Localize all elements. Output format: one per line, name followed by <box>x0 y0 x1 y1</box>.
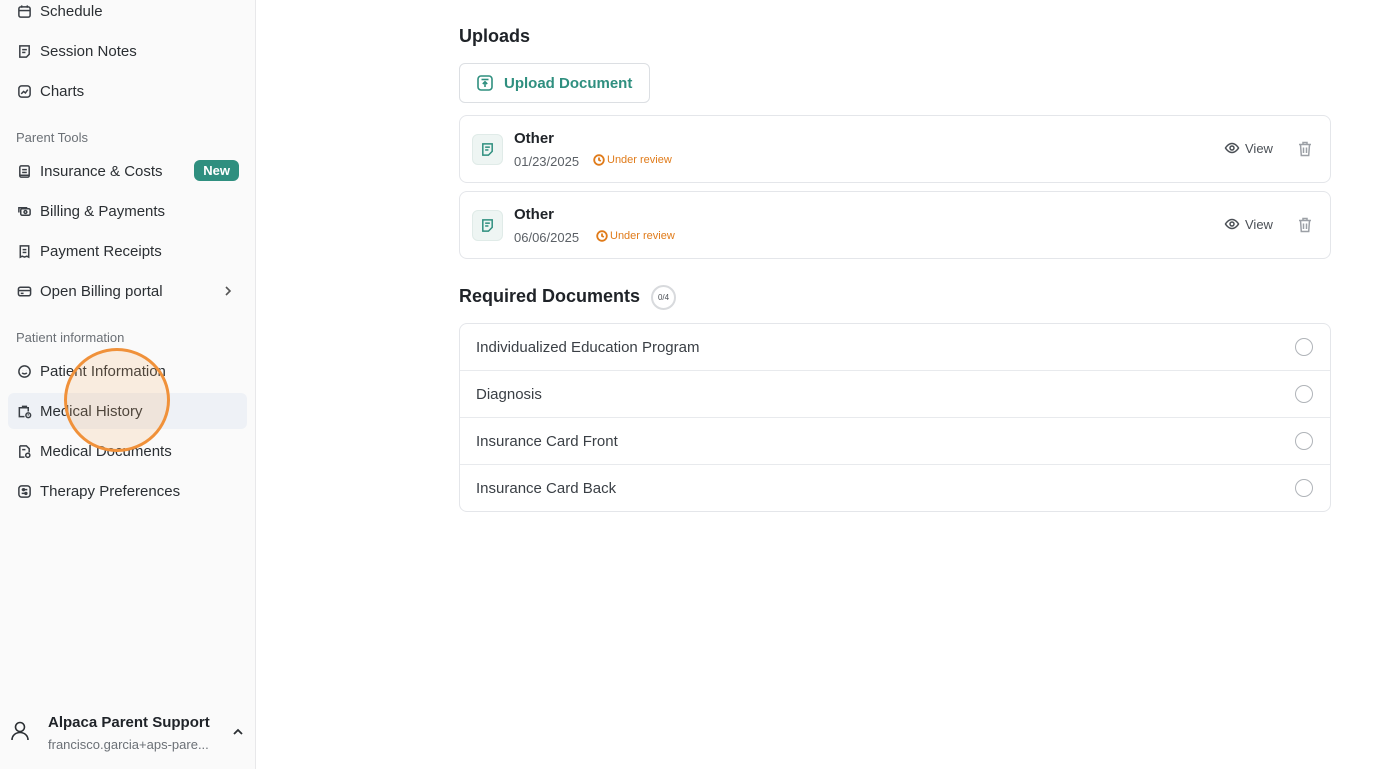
medical-bag-icon <box>16 403 32 419</box>
preferences-icon <box>16 483 32 499</box>
sidebar-item-label: Therapy Preferences <box>40 482 181 500</box>
sidebar: Schedule Session Notes Charts Parent Too… <box>0 0 256 769</box>
user-name: Alpaca Parent Support <box>48 714 210 731</box>
user-menu[interactable]: Alpaca Parent Support francisco.garcia+a… <box>0 697 255 769</box>
view-button[interactable]: View <box>1224 140 1273 156</box>
upload-icon <box>477 75 493 91</box>
chart-icon <box>16 83 32 99</box>
list-item[interactable]: Diagnosis <box>460 371 1330 418</box>
sidebar-item-medical-documents[interactable]: Medical Documents <box>8 433 247 469</box>
required-doc-label: Insurance Card Front <box>476 433 618 450</box>
sidebar-item-open-billing-portal[interactable]: Open Billing portal <box>8 273 247 309</box>
file-icon <box>472 134 503 165</box>
user-icon <box>8 719 32 743</box>
required-doc-label: Insurance Card Back <box>476 480 617 497</box>
uploaded-document-card: Other 01/23/2025 Under review View <box>459 115 1331 183</box>
status-radio[interactable] <box>1295 479 1313 497</box>
sidebar-item-billing-payments[interactable]: Billing & Payments <box>8 193 247 229</box>
status-radio[interactable] <box>1295 338 1313 356</box>
uploads-heading: Uploads <box>459 26 531 46</box>
status-radio[interactable] <box>1295 432 1313 450</box>
file-icon <box>472 210 503 241</box>
sidebar-item-label: Billing & Payments <box>40 202 166 220</box>
required-doc-label: Individualized Education Program <box>476 339 700 356</box>
sidebar-item-charts[interactable]: Charts <box>8 73 247 109</box>
upload-document-label: Upload Document <box>504 74 633 92</box>
chevron-right-icon <box>221 284 235 298</box>
chevron-up-icon[interactable] <box>231 725 245 739</box>
sidebar-item-label: Charts <box>40 82 85 100</box>
list-item[interactable]: Individualized Education Program <box>460 324 1330 371</box>
sidebar-item-label: Payment Receipts <box>40 242 162 260</box>
required-documents-heading: Required Documents <box>459 286 641 306</box>
uploaded-document-card: Other 06/06/2025 Under review View <box>459 191 1331 259</box>
eye-icon <box>1224 218 1240 230</box>
sidebar-item-session-notes[interactable]: Session Notes <box>8 33 247 69</box>
sidebar-item-label: Patient Information <box>40 362 166 380</box>
status-radio[interactable] <box>1295 385 1313 403</box>
document-title: Other <box>514 206 555 223</box>
status-badge: Under review <box>593 154 672 166</box>
user-email: francisco.garcia+aps-pare... <box>48 737 209 752</box>
sidebar-item-label: Medical Documents <box>40 442 172 460</box>
clock-icon <box>593 154 605 166</box>
sidebar-item-insurance-costs[interactable]: Insurance & Costs New <box>8 153 247 189</box>
sidebar-item-label: Medical History <box>40 402 143 420</box>
required-count-badge: 0/4 <box>651 285 676 310</box>
view-button[interactable]: View <box>1224 216 1273 232</box>
document-date: 06/06/2025 <box>514 230 580 245</box>
required-doc-label: Diagnosis <box>476 386 542 403</box>
sidebar-item-patient-information[interactable]: Patient Information <box>8 353 247 389</box>
sidebar-item-label: Insurance & Costs <box>40 162 163 180</box>
list-item[interactable]: Insurance Card Front <box>460 418 1330 465</box>
receipt-icon <box>16 243 32 259</box>
document-icon <box>16 443 32 459</box>
smile-icon <box>16 363 32 379</box>
sidebar-item-label: Open Billing portal <box>40 282 163 300</box>
notes-icon <box>16 43 32 59</box>
trash-icon[interactable] <box>1298 217 1312 233</box>
upload-document-button[interactable]: Upload Document <box>459 63 650 103</box>
list-item[interactable]: Insurance Card Back <box>460 465 1330 512</box>
sidebar-item-label: Schedule <box>40 2 103 20</box>
card-icon <box>16 283 32 299</box>
section-label-patient-information: Patient information <box>16 330 125 345</box>
insurance-icon <box>16 163 32 179</box>
clock-icon <box>596 230 608 242</box>
sidebar-item-therapy-preferences[interactable]: Therapy Preferences <box>8 473 247 509</box>
trash-icon[interactable] <box>1298 141 1312 157</box>
sidebar-item-medical-history[interactable]: Medical History <box>8 393 247 429</box>
document-date: 01/23/2025 <box>514 154 580 169</box>
document-title: Other <box>514 130 555 147</box>
new-badge: New <box>194 160 239 181</box>
section-label-parent-tools: Parent Tools <box>16 130 89 145</box>
eye-icon <box>1224 142 1240 154</box>
sidebar-item-schedule[interactable]: Schedule <box>8 0 247 29</box>
billing-icon <box>16 203 32 219</box>
sidebar-item-label: Session Notes <box>40 42 137 60</box>
calendar-icon <box>16 3 32 19</box>
sidebar-item-payment-receipts[interactable]: Payment Receipts <box>8 233 247 269</box>
required-documents-list: Individualized Education Program Diagnos… <box>459 323 1331 512</box>
status-badge: Under review <box>596 230 675 242</box>
